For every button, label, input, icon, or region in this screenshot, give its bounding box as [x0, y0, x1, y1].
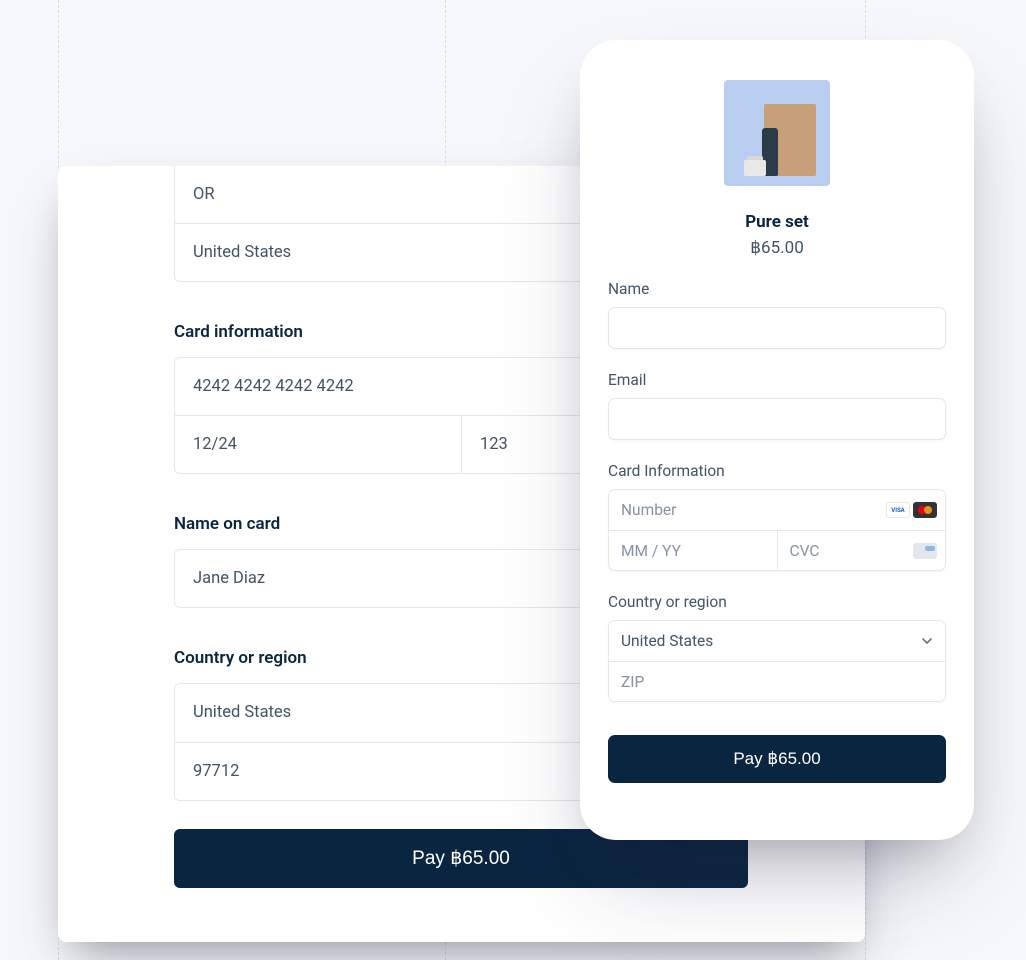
- card-cvc-input[interactable]: CVC: [777, 530, 946, 570]
- zip-input[interactable]: ZIP: [609, 661, 945, 701]
- country-stack: United States ZIP: [608, 620, 946, 702]
- name-label: Name: [608, 280, 946, 298]
- email-label: Email: [608, 371, 946, 389]
- country-select[interactable]: United States: [609, 621, 945, 661]
- chevron-down-icon: [921, 635, 933, 647]
- mastercard-icon: [913, 502, 937, 518]
- cvc-icon: [913, 543, 937, 559]
- product-name: Pure set: [608, 212, 946, 232]
- card-label: Card Information: [608, 462, 946, 480]
- card-stack: Number VISA MM / YY CVC: [608, 489, 946, 571]
- mobile-checkout-preview: Pure set ฿65.00 Name Email Card Informat…: [580, 40, 974, 840]
- visa-icon: VISA: [886, 502, 910, 518]
- product-image: [724, 80, 830, 186]
- pay-button[interactable]: Pay ฿65.00: [608, 735, 946, 783]
- card-expiry-field[interactable]: 12/24: [175, 415, 461, 473]
- product-price: ฿65.00: [608, 238, 946, 258]
- name-input[interactable]: [608, 307, 946, 349]
- email-input[interactable]: [608, 398, 946, 440]
- country-label: Country or region: [608, 593, 946, 611]
- card-expiry-input[interactable]: MM / YY: [609, 530, 777, 570]
- card-number-input[interactable]: Number VISA: [609, 490, 945, 530]
